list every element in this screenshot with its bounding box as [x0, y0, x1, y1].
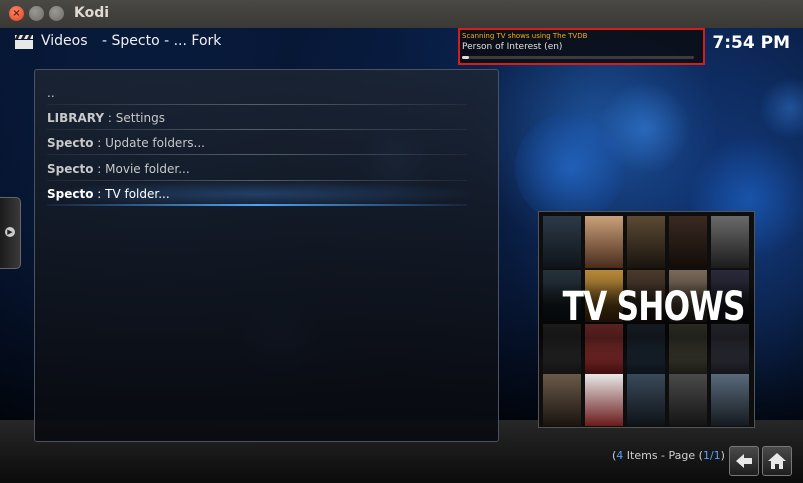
breadcrumb-section: Videos — [41, 33, 88, 49]
page-indicator: 1/1 — [702, 449, 721, 462]
bokeh-bubble — [760, 78, 803, 138]
list-item[interactable]: LIBRARY : Settings — [47, 106, 467, 130]
tv-shows-poster: TV SHOWS — [538, 211, 755, 428]
poster-tile — [585, 216, 623, 268]
divider — [47, 129, 467, 130]
poster-tile — [585, 374, 623, 426]
poster-tile — [711, 374, 749, 426]
library-scan-dialog: Scanning TV shows using The TVDB Person … — [458, 28, 705, 65]
clapperboard-icon — [15, 35, 33, 49]
file-list-panel: .. LIBRARY : Settings Specto : Update fo… — [34, 69, 499, 442]
poster-tile — [711, 216, 749, 268]
poster-tile — [627, 216, 665, 268]
window-maximize-button[interactable] — [49, 6, 64, 21]
list-item-label: Specto — [47, 187, 94, 201]
scan-title: Scanning TV shows using The TVDB — [462, 32, 588, 40]
list-item-parent[interactable]: .. — [47, 81, 467, 105]
chevron-right-icon: ▶ — [5, 227, 15, 237]
list-item[interactable]: Specto : Update folders... — [47, 131, 467, 155]
list-item-sublabel: : TV folder... — [93, 187, 170, 201]
poster-tile — [627, 374, 665, 426]
item-count-close-paren: ) — [720, 449, 725, 462]
side-menu-tab[interactable]: ▶ — [0, 197, 21, 269]
scan-progress-fill — [462, 56, 469, 59]
window-close-button[interactable]: × — [9, 6, 24, 21]
list-item[interactable]: Specto : Movie folder... — [47, 157, 467, 181]
list-item-label: LIBRARY — [47, 111, 105, 125]
selection-underline — [47, 204, 467, 206]
list-item-sublabel: : Movie folder... — [93, 162, 190, 176]
scan-current-item: Person of Interest (en) — [462, 42, 563, 52]
kodi-stage: Videos - Specto - ... Fork 7:54 PM Scann… — [0, 28, 803, 483]
back-button[interactable] — [729, 446, 759, 476]
back-arrow-icon — [736, 454, 752, 468]
window-minimize-button[interactable] — [29, 6, 44, 21]
bokeh-bubble — [600, 83, 690, 173]
home-button[interactable] — [762, 446, 792, 476]
list-item-label: Specto — [47, 136, 94, 150]
list-item-sublabel: : Settings — [104, 111, 165, 125]
poster-tile — [543, 374, 581, 426]
poster-title: TV SHOWS — [562, 284, 746, 330]
poster-tile — [669, 216, 707, 268]
breadcrumb-path: - Specto - ... Fork — [102, 33, 222, 49]
item-count: (4 Items - Page (1/1) — [612, 449, 725, 462]
clock: 7:54 PM — [712, 33, 790, 53]
poster-tile — [669, 374, 707, 426]
items-label: Items - Page ( — [623, 449, 703, 462]
window-title: Kodi — [74, 5, 110, 21]
list-item-label: .. — [47, 86, 55, 100]
list-item-label: Specto — [47, 162, 94, 176]
divider — [47, 154, 467, 155]
list-item-sublabel: : Update folders... — [93, 136, 205, 150]
scan-progress-bar — [462, 56, 694, 59]
window-titlebar: × Kodi — [0, 0, 803, 29]
poster-tile — [543, 216, 581, 268]
home-icon — [768, 453, 786, 469]
list-item-selected[interactable]: Specto : TV folder... — [37, 180, 477, 208]
divider — [47, 104, 467, 105]
